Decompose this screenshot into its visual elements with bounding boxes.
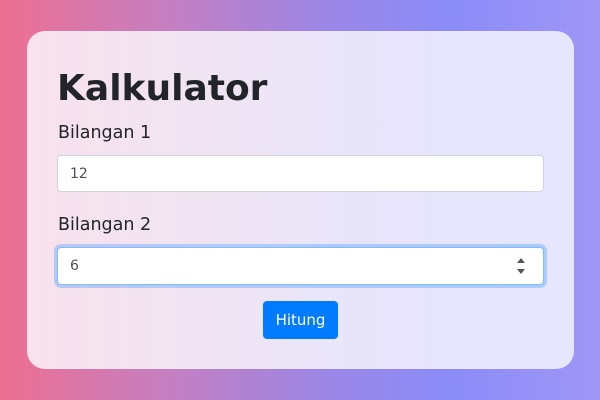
page-title: Kalkulator <box>57 68 268 109</box>
spinner-up-icon[interactable] <box>517 258 525 263</box>
field-1-label: Bilangan 1 <box>58 123 152 143</box>
bilangan-2-input[interactable] <box>57 247 544 285</box>
field-2-label: Bilangan 2 <box>58 215 152 235</box>
bilangan-1-input[interactable] <box>57 155 544 192</box>
hitung-button[interactable]: Hitung <box>263 301 338 339</box>
calculator-card: Kalkulator Bilangan 1 Bilangan 2 Hitung <box>27 31 574 369</box>
spinner-down-icon[interactable] <box>517 269 525 274</box>
number-spinner-icon[interactable] <box>515 258 527 274</box>
